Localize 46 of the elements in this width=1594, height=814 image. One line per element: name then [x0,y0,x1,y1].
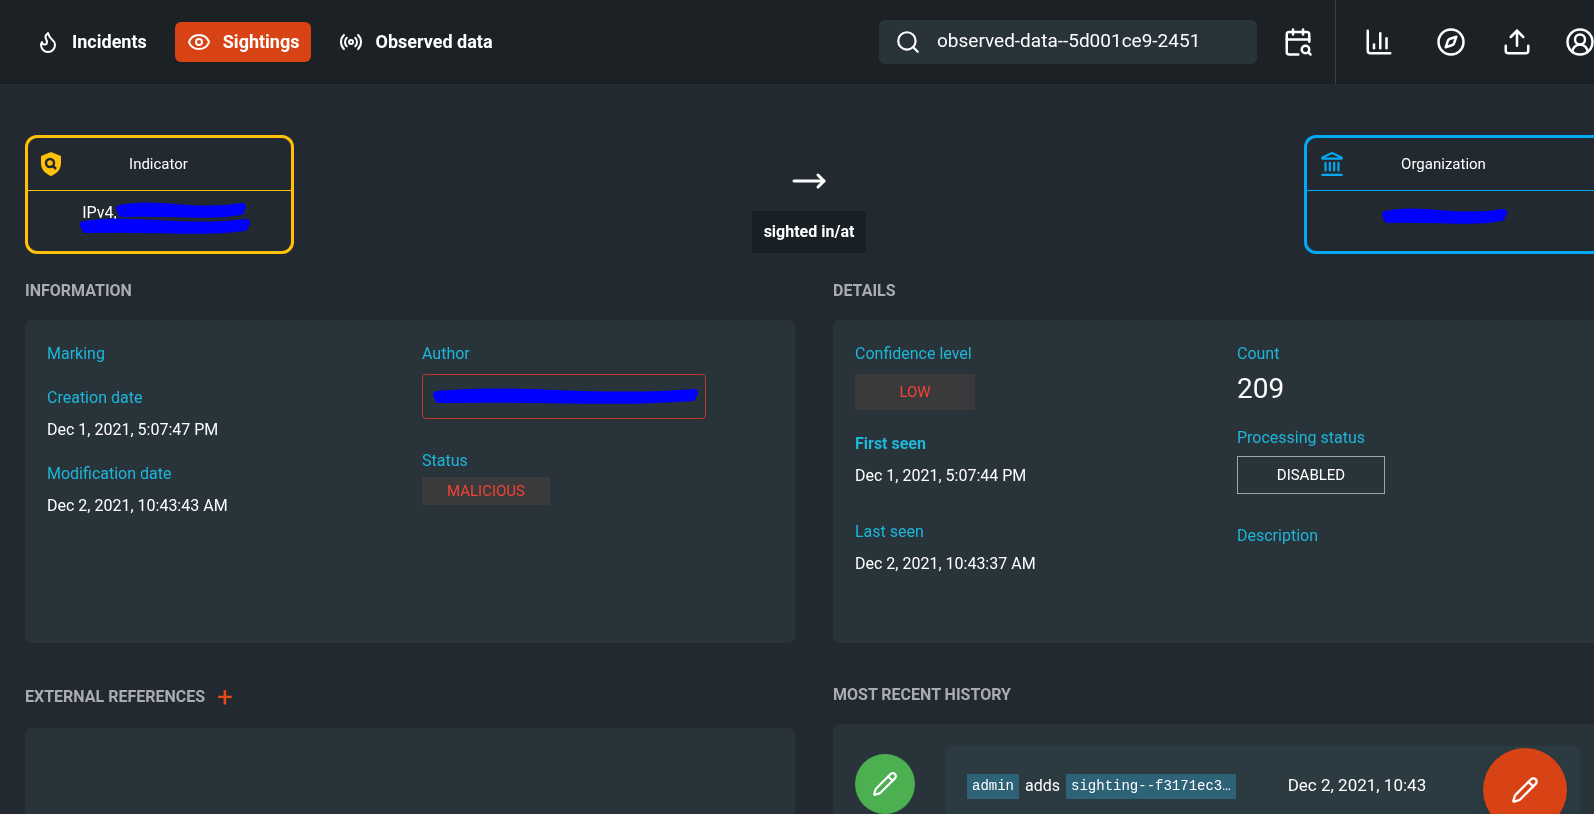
compass-icon[interactable] [1436,26,1466,57]
history-avatar [855,754,915,814]
processing-status: DISABLED [1237,456,1385,494]
account-icon[interactable] [1565,26,1594,57]
entity-name: IPv4, [82,202,117,224]
relation-label: sighted in/at [751,211,867,253]
nav-tab[interactable]: Incidents [24,21,159,62]
section-title: INFORMATION [25,280,133,302]
confidence-tag: LOW [855,374,975,410]
field-label: First seen [855,433,927,455]
entity-type: Organization [1400,153,1487,175]
bank-icon [1319,151,1345,177]
shield-search-icon [40,151,62,177]
count-value: 209 [1237,371,1286,407]
calendar-search-icon[interactable] [1283,26,1313,57]
section-title: MOST RECENT HISTORY [833,684,1012,706]
pencil-icon [1511,776,1539,804]
section-title: EXTERNAL REFERENCES [25,686,206,708]
field-value: Dec 2, 2021, 10:43:37 AM [855,553,1037,575]
field-label: Modification date [47,463,173,485]
field-label: Last seen [855,521,925,543]
user-tag: admin [967,773,1019,799]
field-label: Processing status [1237,427,1367,449]
nav-tab[interactable]: Sightings [174,21,312,62]
field-label: Description [1237,525,1319,547]
history-date: Dec 2, 2021, 10:43 [1287,774,1427,798]
field-label: Confidence level [855,343,973,365]
field-label: Status [422,450,469,472]
add-button[interactable]: + [217,683,233,711]
entity-type: Indicator [128,153,189,175]
action-text: adds [1025,775,1061,797]
status-tag: MALICIOUS [422,477,550,505]
field-value: Dec 2, 2021, 10:43:43 AM [47,495,229,517]
field-label: Count [1237,343,1281,365]
field-value: Dec 1, 2021, 5:07:47 PM [47,419,220,441]
search-icon [895,28,921,55]
search-field[interactable]: observed-data--5d001ce9-2451 [879,19,1257,64]
entity-card[interactable]: Indicator IPv4, [25,135,294,254]
nav-tab[interactable]: Observed data [327,21,505,62]
section-title: DETAILS [833,280,897,302]
field-label: Marking [47,343,106,365]
entity-card[interactable]: Organization [1304,135,1594,254]
object-tag: sighting--f3171ec3… [1066,773,1236,799]
field-value: Dec 1, 2021, 5:07:44 PM [855,465,1028,487]
field-label: Creation date [47,387,144,409]
field-label: Author [422,343,471,365]
